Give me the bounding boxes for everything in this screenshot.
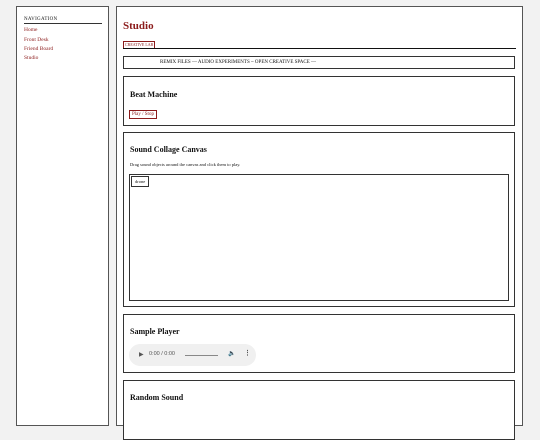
nav-item-front-desk[interactable]: Front Desk	[24, 37, 49, 43]
random-sound-title: Random Sound	[130, 393, 184, 402]
sound-object-drone[interactable]: drone	[131, 176, 150, 187]
sample-player-card: Sample Player ▶ 0:00 / 0:00 🔈 ⋮	[123, 314, 515, 373]
sample-player-title: Sample Player	[130, 327, 180, 336]
page-title: Studio	[123, 20, 154, 32]
nav-item-friend-board[interactable]: Friend Board	[24, 46, 53, 52]
beat-machine-card: Beat Machine Play / Stop	[123, 76, 515, 126]
beat-machine-title: Beat Machine	[130, 90, 178, 99]
sound-collage-description: Drag sound objects around the canvas and…	[130, 162, 241, 167]
sound-collage-title: Sound Collage Canvas	[130, 145, 207, 154]
marquee-text: REMIX FILES — AUDIO EXPERIMENTS ~ OPEN C…	[160, 60, 317, 65]
nav-heading: NAVIGATION	[24, 17, 102, 24]
play-stop-button[interactable]: Play / Stop	[129, 110, 157, 119]
more-options-icon[interactable]: ⋮	[244, 349, 251, 357]
main-panel: Studio CREATIVE LAB REMIX FILES — AUDIO …	[116, 6, 523, 440]
title-divider	[123, 48, 516, 49]
audio-player: ▶ 0:00 / 0:00 🔈 ⋮	[129, 344, 256, 366]
audio-progress-track[interactable]	[185, 355, 218, 356]
sound-collage-canvas[interactable]: drone	[129, 174, 509, 301]
volume-icon[interactable]: 🔈	[228, 350, 235, 357]
play-icon[interactable]: ▶	[139, 351, 144, 358]
nav-item-home[interactable]: Home	[24, 27, 37, 33]
nav-item-studio[interactable]: Studio	[24, 55, 38, 61]
audio-time: 0:00 / 0:00	[149, 351, 175, 357]
sound-collage-card: Sound Collage Canvas Drag sound objects …	[123, 132, 515, 307]
sidebar: NAVIGATION Home Front Desk Friend Board …	[16, 6, 109, 426]
random-sound-card: Random Sound	[123, 380, 515, 440]
marquee-banner: REMIX FILES — AUDIO EXPERIMENTS ~ OPEN C…	[123, 56, 515, 69]
